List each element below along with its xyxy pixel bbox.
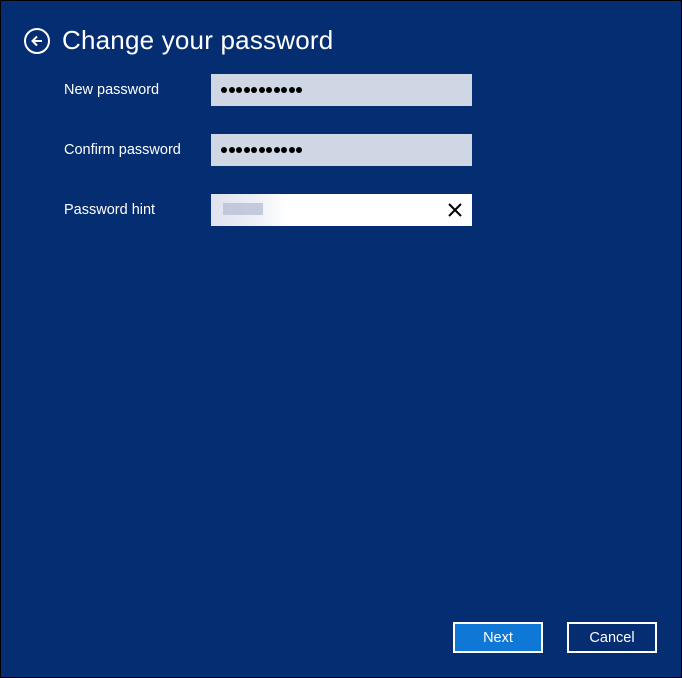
masked-value: [221, 87, 302, 93]
new-password-row: New password: [64, 74, 472, 106]
mask-dot: [266, 147, 272, 153]
password-hint-label: Password hint: [64, 202, 156, 218]
new-password-field[interactable]: [211, 74, 472, 106]
password-hint-field[interactable]: [211, 194, 472, 226]
mask-dot: [251, 87, 257, 93]
mask-dot: [236, 147, 242, 153]
mask-dot: [258, 87, 265, 93]
confirm-password-label: Confirm password: [64, 142, 181, 158]
page-title: Change your password: [62, 25, 334, 55]
masked-value: [221, 147, 302, 153]
mask-dot: [236, 87, 242, 93]
confirm-password-field[interactable]: [211, 134, 472, 166]
mask-dot: [228, 147, 235, 153]
next-button[interactable]: Next: [453, 622, 543, 653]
back-arrow-icon: [31, 35, 42, 46]
header: Change your password: [24, 25, 333, 56]
password-hint-row: Password hint: [64, 194, 472, 226]
mask-dot: [273, 147, 280, 153]
back-button[interactable]: [24, 27, 50, 54]
mask-dot: [228, 87, 235, 93]
mask-dot: [288, 87, 295, 93]
mask-dot: [288, 147, 295, 153]
mask-dot: [251, 147, 257, 153]
mask-dot: [258, 147, 265, 153]
mask-dot: [243, 147, 250, 153]
cancel-button[interactable]: Cancel: [567, 622, 657, 653]
mask-dot: [281, 87, 287, 93]
confirm-password-row: Confirm password: [64, 134, 472, 166]
new-password-label: New password: [64, 82, 160, 98]
mask-dot: [221, 147, 227, 153]
clear-hint-button[interactable]: [446, 201, 464, 219]
change-password-window: Change your password New password Confir…: [1, 1, 681, 677]
mask-dot: [296, 87, 302, 93]
mask-dot: [273, 87, 280, 93]
mask-dot: [281, 147, 287, 153]
mask-dot: [266, 87, 272, 93]
close-icon: [448, 203, 462, 217]
mask-dot: [243, 87, 250, 93]
mask-dot: [221, 87, 227, 93]
obscured-hint-text: [211, 194, 287, 226]
mask-dot: [296, 147, 302, 153]
